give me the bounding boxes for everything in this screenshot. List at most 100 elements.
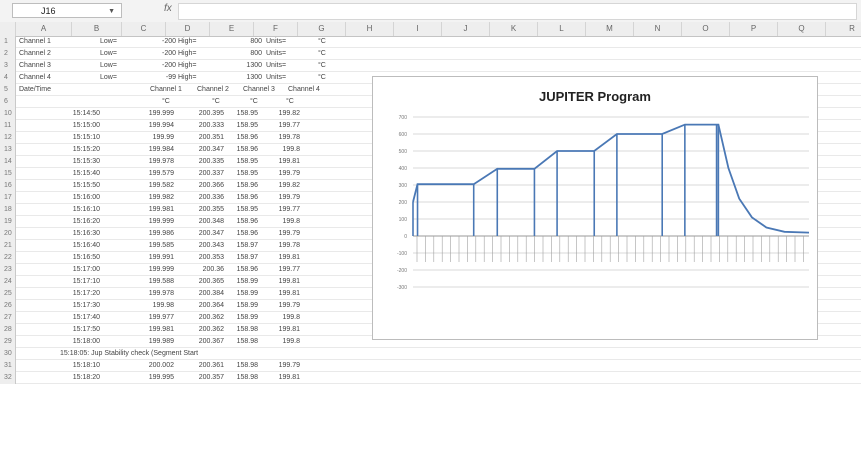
cell[interactable]: 158.98 bbox=[232, 372, 258, 384]
cell[interactable]: Channel 4 bbox=[288, 84, 320, 96]
cell[interactable]: 158.95 bbox=[232, 108, 258, 120]
cell[interactable]: °C bbox=[162, 96, 170, 108]
cell[interactable]: 199.989 bbox=[144, 336, 174, 348]
cell[interactable]: 15:15:50 bbox=[60, 180, 100, 192]
cell[interactable]: 199.77 bbox=[272, 264, 300, 276]
cell[interactable]: 199.81 bbox=[272, 288, 300, 300]
row-number[interactable]: 32 bbox=[0, 372, 16, 384]
cell[interactable]: 15:17:40 bbox=[60, 312, 100, 324]
cell[interactable]: High= bbox=[178, 72, 196, 84]
column-header[interactable]: E bbox=[210, 22, 254, 36]
cell[interactable]: 199.78 bbox=[272, 132, 300, 144]
cell[interactable]: 158.95 bbox=[232, 168, 258, 180]
cell[interactable]: 1300 bbox=[228, 72, 262, 84]
row-number[interactable]: 30 bbox=[0, 348, 16, 360]
column-header[interactable]: G bbox=[298, 22, 346, 36]
cell[interactable]: 15:17:30 bbox=[60, 300, 100, 312]
row-number[interactable]: 19 bbox=[0, 216, 16, 228]
row-number[interactable]: 13 bbox=[0, 144, 16, 156]
column-header[interactable]: M bbox=[586, 22, 634, 36]
cell[interactable]: 15:18:10 bbox=[60, 360, 100, 372]
cell[interactable]: High= bbox=[178, 48, 196, 60]
cell[interactable]: 199.582 bbox=[144, 180, 174, 192]
cell[interactable]: 199.978 bbox=[144, 156, 174, 168]
formula-input[interactable] bbox=[178, 3, 857, 20]
cell[interactable]: 200.36 bbox=[190, 264, 224, 276]
row-number[interactable]: 27 bbox=[0, 312, 16, 324]
row-number[interactable]: 23 bbox=[0, 264, 16, 276]
chevron-down-icon[interactable]: ▼ bbox=[108, 4, 115, 19]
cell[interactable]: 15:16:00 bbox=[60, 192, 100, 204]
column-header[interactable]: K bbox=[490, 22, 538, 36]
cell[interactable]: 158.97 bbox=[232, 252, 258, 264]
cell[interactable]: 199.579 bbox=[144, 168, 174, 180]
cell[interactable]: 15:16:50 bbox=[60, 252, 100, 264]
cell[interactable]: 15:17:10 bbox=[60, 276, 100, 288]
cell[interactable]: Date/Time bbox=[19, 84, 51, 96]
cell[interactable]: 199.999 bbox=[144, 264, 174, 276]
column-header[interactable]: H bbox=[346, 22, 394, 36]
row-number[interactable]: 14 bbox=[0, 156, 16, 168]
cell[interactable]: 199.982 bbox=[144, 192, 174, 204]
cell[interactable]: 199.994 bbox=[144, 120, 174, 132]
cell[interactable]: 199.79 bbox=[272, 228, 300, 240]
cell[interactable]: 200.336 bbox=[190, 192, 224, 204]
cell[interactable]: 158.97 bbox=[232, 240, 258, 252]
column-header[interactable]: R bbox=[826, 22, 861, 36]
cell[interactable]: 15:15:00 bbox=[60, 120, 100, 132]
cell[interactable]: 158.99 bbox=[232, 312, 258, 324]
name-box[interactable]: J16 ▼ bbox=[12, 3, 122, 18]
cell[interactable]: 199.81 bbox=[272, 372, 300, 384]
cell[interactable]: 199.82 bbox=[272, 108, 300, 120]
cell[interactable]: 158.96 bbox=[232, 192, 258, 204]
cell[interactable]: 200.395 bbox=[190, 108, 224, 120]
column-header[interactable]: O bbox=[682, 22, 730, 36]
cell[interactable]: 158.96 bbox=[232, 132, 258, 144]
cell[interactable]: 158.95 bbox=[232, 120, 258, 132]
cell[interactable]: 158.96 bbox=[232, 180, 258, 192]
cell[interactable]: -200 bbox=[146, 60, 176, 72]
cell[interactable]: 199.82 bbox=[272, 180, 300, 192]
cell[interactable]: 199.8 bbox=[272, 336, 300, 348]
cell[interactable]: 199.977 bbox=[144, 312, 174, 324]
cell[interactable]: 15:17:20 bbox=[60, 288, 100, 300]
cell[interactable]: 15:15:10 bbox=[60, 132, 100, 144]
cell[interactable]: 158.98 bbox=[232, 360, 258, 372]
cell[interactable]: 158.99 bbox=[232, 288, 258, 300]
cell[interactable]: 158.96 bbox=[232, 216, 258, 228]
cell[interactable]: 15:18:20 bbox=[60, 372, 100, 384]
column-header[interactable]: D bbox=[166, 22, 210, 36]
row-number[interactable]: 26 bbox=[0, 300, 16, 312]
cell[interactable]: 200.362 bbox=[190, 324, 224, 336]
column-header[interactable]: P bbox=[730, 22, 778, 36]
cell[interactable]: Low= bbox=[100, 60, 117, 72]
fx-icon[interactable]: fx bbox=[164, 3, 172, 14]
column-header[interactable]: Q bbox=[778, 22, 826, 36]
cell[interactable]: 200.357 bbox=[190, 372, 224, 384]
cell[interactable]: 199.999 bbox=[144, 216, 174, 228]
row-number[interactable]: 25 bbox=[0, 288, 16, 300]
cell[interactable]: 158.96 bbox=[232, 228, 258, 240]
cell[interactable]: Low= bbox=[100, 72, 117, 84]
cell[interactable]: 200.361 bbox=[190, 360, 224, 372]
cell[interactable]: 15:17:00 bbox=[60, 264, 100, 276]
cell[interactable]: Channel 1 bbox=[150, 84, 182, 96]
row-number[interactable]: 18 bbox=[0, 204, 16, 216]
cell[interactable]: 158.98 bbox=[232, 336, 258, 348]
cell[interactable]: -200 bbox=[146, 48, 176, 60]
cell[interactable]: Units= bbox=[266, 72, 286, 84]
cell[interactable]: 15:15:20 bbox=[60, 144, 100, 156]
cell[interactable]: 15:18:00 bbox=[60, 336, 100, 348]
cell[interactable]: 199.79 bbox=[272, 360, 300, 372]
cell[interactable]: 200.002 bbox=[144, 360, 174, 372]
cell[interactable]: 15:16:30 bbox=[60, 228, 100, 240]
cell[interactable]: 199.8 bbox=[272, 216, 300, 228]
cell[interactable]: -200 bbox=[146, 36, 176, 48]
column-header[interactable]: C bbox=[122, 22, 166, 36]
cell[interactable]: 199.986 bbox=[144, 228, 174, 240]
cell[interactable]: -99 bbox=[146, 72, 176, 84]
cell[interactable]: 200.348 bbox=[190, 216, 224, 228]
cell[interactable]: 200.355 bbox=[190, 204, 224, 216]
cell[interactable]: °C bbox=[250, 96, 258, 108]
cell[interactable]: 199.79 bbox=[272, 168, 300, 180]
